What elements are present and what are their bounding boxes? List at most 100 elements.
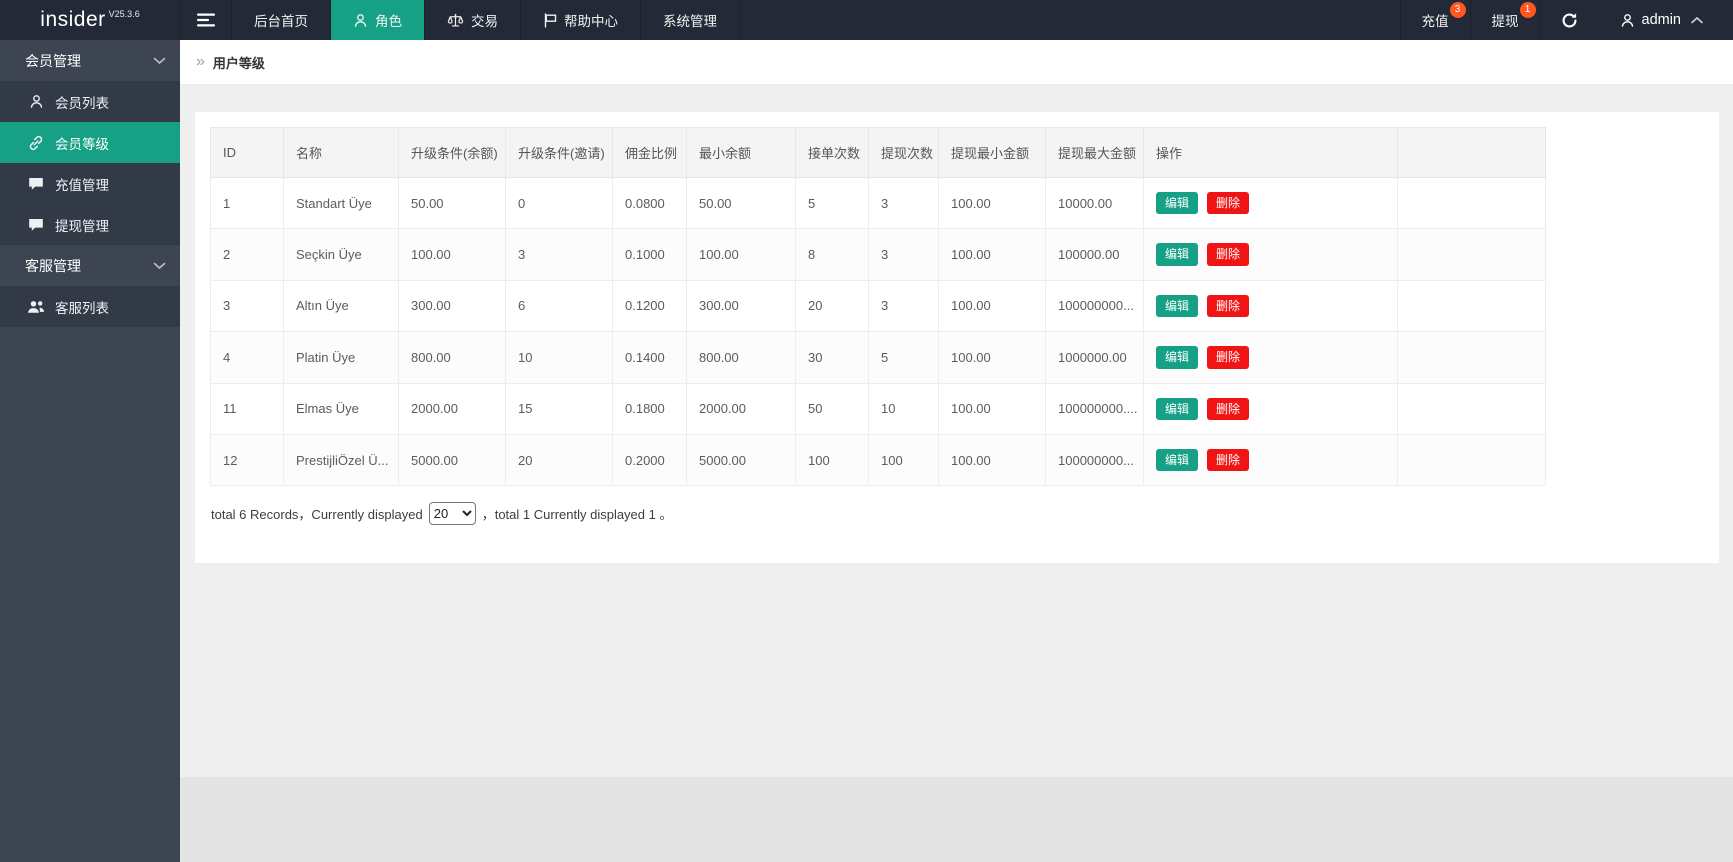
withdraw-badge: 1 xyxy=(1519,2,1536,18)
cell-withdraw-max: 10000.00 xyxy=(1045,176,1144,230)
cell-name: Standart Üye xyxy=(283,176,399,230)
nav-label: 交易 xyxy=(471,14,498,29)
column-header: 升级条件(邀请) xyxy=(505,127,613,178)
delete-button[interactable]: 删除 xyxy=(1207,448,1250,472)
cell-upgrade-invite: 20 xyxy=(505,433,613,487)
cell-name: Elmas Üye xyxy=(283,382,399,435)
cell-withdraw-times: 100 xyxy=(868,433,939,487)
nav-label: 角色 xyxy=(375,14,402,29)
cell-actions: 编辑 删除 xyxy=(1143,382,1398,435)
cell-orders: 30 xyxy=(795,331,869,384)
user-icon xyxy=(27,94,45,109)
delete-button[interactable]: 删除 xyxy=(1207,397,1250,420)
edit-button[interactable]: 编辑 xyxy=(1156,243,1199,266)
column-header: 名称 xyxy=(283,127,399,178)
chevron-down-icon xyxy=(153,262,166,270)
sidebar-item-service-list[interactable]: 客服列表 xyxy=(0,286,180,327)
sidebar-item-member-list[interactable]: 会员列表 xyxy=(0,81,180,122)
column-header: 佣金比例 xyxy=(612,127,687,178)
refresh-button[interactable] xyxy=(1539,0,1598,40)
cell-min-balance: 800.00 xyxy=(686,331,796,384)
cell-upgrade-invite: 6 xyxy=(505,279,613,333)
cell-min-balance: 50.00 xyxy=(686,176,796,230)
table-row: 11 Elmas Üye 2000.00 15 0.1800 2000.00 50 10 100… xyxy=(210,382,1546,435)
cell-actions: 编辑 删除 xyxy=(1143,331,1398,384)
nav-item-trade[interactable]: 交易 xyxy=(425,0,521,40)
delete-button[interactable]: 删除 xyxy=(1207,192,1250,215)
sidebar-item-label: 客服列表 xyxy=(55,300,109,316)
cell-id: 11 xyxy=(210,382,284,435)
cell-blank xyxy=(1397,279,1546,333)
link-icon xyxy=(27,135,45,151)
nav-item-help[interactable]: 帮助中心 xyxy=(521,0,641,40)
table-row: 2 Seçkin Üye 100.00 3 0.1000 100.00 8 3 100.00 10… xyxy=(210,228,1546,281)
topbar: insider V25.3.6 后台首页 角色 交易 帮助中心 系统管理 充值 … xyxy=(0,0,1733,40)
column-header: 接单次数 xyxy=(795,127,869,178)
topbar-right: 充值 3 提现 1 admin xyxy=(1399,0,1733,40)
cell-min-balance: 300.00 xyxy=(686,279,796,333)
edit-button[interactable]: 编辑 xyxy=(1156,346,1199,369)
sidebar-toggle-button[interactable] xyxy=(180,0,232,40)
cell-withdraw-min: 100.00 xyxy=(938,433,1046,487)
column-header: 提现最小金额 xyxy=(938,127,1046,178)
flag-icon xyxy=(543,12,557,28)
user-menu[interactable]: admin xyxy=(1598,0,1726,40)
cell-commission: 0.1800 xyxy=(612,382,687,435)
page-size-select[interactable]: 20 xyxy=(428,502,476,526)
cell-name: Seçkin Üye xyxy=(283,228,399,281)
cell-blank xyxy=(1397,382,1546,435)
sidebar-item-member-level[interactable]: 会员等级 xyxy=(0,122,180,163)
message-icon xyxy=(27,177,45,191)
cell-withdraw-times: 3 xyxy=(868,176,939,230)
recharge-label: 充值 xyxy=(1421,14,1449,29)
cell-name: PrestijliÖzel Ü... xyxy=(283,433,399,487)
edit-button[interactable]: 编辑 xyxy=(1156,294,1199,318)
nav-item-system[interactable]: 系统管理 xyxy=(641,0,740,40)
cell-withdraw-min: 100.00 xyxy=(938,228,1046,281)
chevron-up-icon xyxy=(1691,16,1703,24)
edit-button[interactable]: 编辑 xyxy=(1156,397,1199,420)
delete-button[interactable]: 删除 xyxy=(1207,294,1250,318)
cell-withdraw-min: 100.00 xyxy=(938,176,1046,230)
delete-button[interactable]: 删除 xyxy=(1207,346,1250,369)
group-label: 客服管理 xyxy=(25,257,81,274)
sidebar-group-service[interactable]: 客服管理 xyxy=(0,245,180,286)
withdraw-button[interactable]: 提现 1 xyxy=(1469,0,1540,40)
sidebar-item-withdraw-manage[interactable]: 提现管理 xyxy=(0,204,180,245)
cell-withdraw-times: 3 xyxy=(868,228,939,281)
nav-item-dashboard[interactable]: 后台首页 xyxy=(232,0,331,40)
cell-withdraw-max: 100000.00 xyxy=(1045,228,1144,281)
cell-min-balance: 100.00 xyxy=(686,228,796,281)
nav-item-roles[interactable]: 角色 xyxy=(331,0,425,40)
logo-text: insider xyxy=(40,8,106,31)
cell-blank xyxy=(1397,228,1546,281)
cell-commission: 0.1200 xyxy=(612,279,687,333)
cell-commission: 0.1400 xyxy=(612,331,687,384)
cell-upgrade-invite: 10 xyxy=(505,331,613,384)
user-icon xyxy=(353,13,368,28)
sidebar-item-label: 提现管理 xyxy=(55,218,109,234)
cell-orders: 5 xyxy=(795,176,869,230)
cell-commission: 0.1000 xyxy=(612,228,687,281)
cell-id: 4 xyxy=(210,331,284,384)
nav-label: 系统管理 xyxy=(663,14,717,29)
sidebar-item-recharge-manage[interactable]: 充值管理 xyxy=(0,163,180,204)
edit-button[interactable]: 编辑 xyxy=(1156,448,1199,472)
cell-upgrade-balance: 300.00 xyxy=(398,279,506,333)
column-header: 提现最大金额 xyxy=(1045,127,1144,178)
cell-upgrade-balance: 5000.00 xyxy=(398,433,506,487)
pagination-bar: total 6 Records，Currently displayed 20 ，… xyxy=(210,502,1704,526)
withdraw-label: 提现 xyxy=(1491,14,1519,29)
cell-upgrade-balance: 2000.00 xyxy=(398,382,506,435)
column-header: 操作 xyxy=(1143,127,1398,178)
recharge-button[interactable]: 充值 3 xyxy=(1399,0,1470,40)
sidebar-group-member[interactable]: 会员管理 xyxy=(0,40,180,81)
group-label: 会员管理 xyxy=(25,52,81,69)
cell-upgrade-balance: 100.00 xyxy=(398,228,506,281)
page-title: 用户等级 xyxy=(212,55,265,71)
edit-button[interactable]: 编辑 xyxy=(1156,192,1199,215)
page-bottom-strip xyxy=(180,777,1733,862)
cell-upgrade-invite: 3 xyxy=(505,228,613,281)
delete-button[interactable]: 删除 xyxy=(1207,243,1250,266)
app-logo[interactable]: insider V25.3.6 xyxy=(0,0,180,40)
